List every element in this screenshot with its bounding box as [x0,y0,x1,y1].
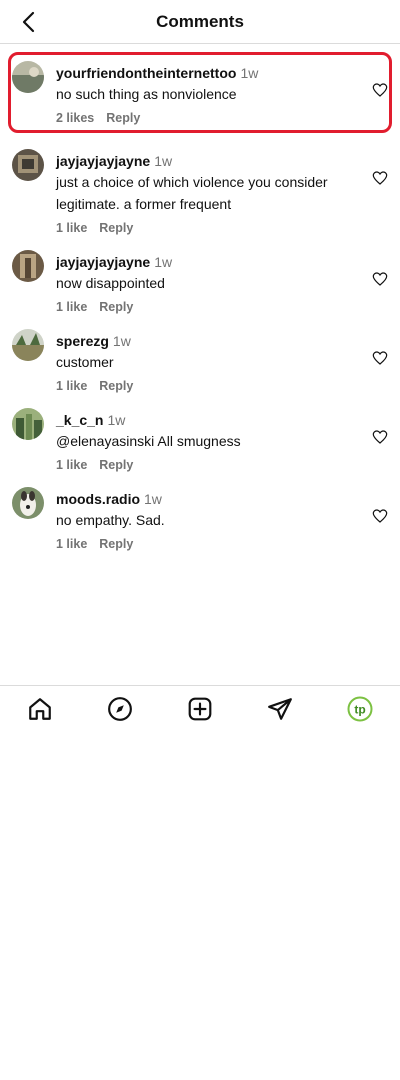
comment-text: customer [56,354,114,370]
comment-item: moods.radio 1w no empathy. Sad. 1 like Re… [0,478,400,557]
comment-time: 1w [154,254,173,270]
likes-count[interactable]: 2 likes [56,111,94,125]
comment-list: yourfriendontheinternettoo 1w no such thi… [0,52,400,557]
comment-item: jayjayjayjayne 1w now disappointed 1 like… [0,241,400,320]
comment-username[interactable]: jayjayjayjayne [56,254,150,270]
comment-item: jayjayjayjayne 1w just a choice of which … [0,140,400,241]
avatar[interactable] [12,250,44,282]
heart-icon[interactable] [372,429,388,445]
avatar[interactable] [12,487,44,519]
reply-button[interactable]: Reply [99,537,133,551]
heart-icon[interactable] [372,82,388,98]
avatar[interactable] [12,329,44,361]
likes-count[interactable]: 1 like [56,537,87,551]
comment-item: sperezg 1w customer 1 like Reply [0,320,400,399]
reply-button[interactable]: Reply [99,300,133,314]
comment-username[interactable]: sperezg [56,333,109,349]
compass-icon [108,696,132,721]
comment-time: 1w [112,333,131,349]
home-icon [29,697,51,720]
heart-icon[interactable] [372,271,388,287]
avatar[interactable] [12,149,44,181]
comment-text: no empathy. Sad. [56,512,165,528]
comment-item: _k_c_n 1w @elenayasinski All smugness 1 l… [0,399,400,478]
comment-item: yourfriendontheinternettoo 1w no such thi… [8,52,392,133]
comment-text: no such thing as nonviolence [56,86,237,102]
profile-initials: tp [354,702,365,716]
profile-avatar-icon: tp [347,696,373,721]
nav-explore[interactable] [102,691,138,727]
likes-count[interactable]: 1 like [56,300,87,314]
likes-count[interactable]: 1 like [56,379,87,393]
heart-icon[interactable] [372,508,388,524]
comment-text: @elenayasinski All smugness [56,433,241,449]
comment-time: 1w [240,65,259,81]
likes-count[interactable]: 1 like [56,458,87,472]
header-bar: Comments [0,0,400,44]
comment-username[interactable]: moods.radio [56,491,140,507]
reply-button[interactable]: Reply [99,379,133,393]
comment-text: now disappointed [56,275,165,291]
plus-square-icon [188,697,212,720]
reply-button[interactable]: Reply [99,221,133,235]
comment-username[interactable]: _k_c_n [56,412,103,428]
nav-profile[interactable]: tp [342,691,378,727]
comment-time: 1w [144,491,162,507]
likes-count[interactable]: 1 like [56,221,87,235]
heart-icon[interactable] [372,350,388,366]
comment-username[interactable]: yourfriendontheinternettoo [56,65,236,81]
reply-button[interactable]: Reply [106,111,140,125]
heart-icon[interactable] [372,170,388,186]
avatar[interactable] [12,61,44,93]
bottom-nav: tp [0,685,400,731]
nav-home[interactable] [22,691,58,727]
comment-text: just a choice of which violence you cons… [56,174,328,212]
comment-time: 1w [107,412,126,428]
reply-button[interactable]: Reply [99,458,133,472]
comment-username[interactable]: jayjayjayjayne [56,153,150,169]
nav-create[interactable] [182,691,218,727]
send-icon [268,697,292,720]
nav-messages[interactable] [262,691,298,727]
page-title: Comments [156,12,244,31]
avatar[interactable] [12,408,44,440]
comment-time: 1w [154,153,173,169]
